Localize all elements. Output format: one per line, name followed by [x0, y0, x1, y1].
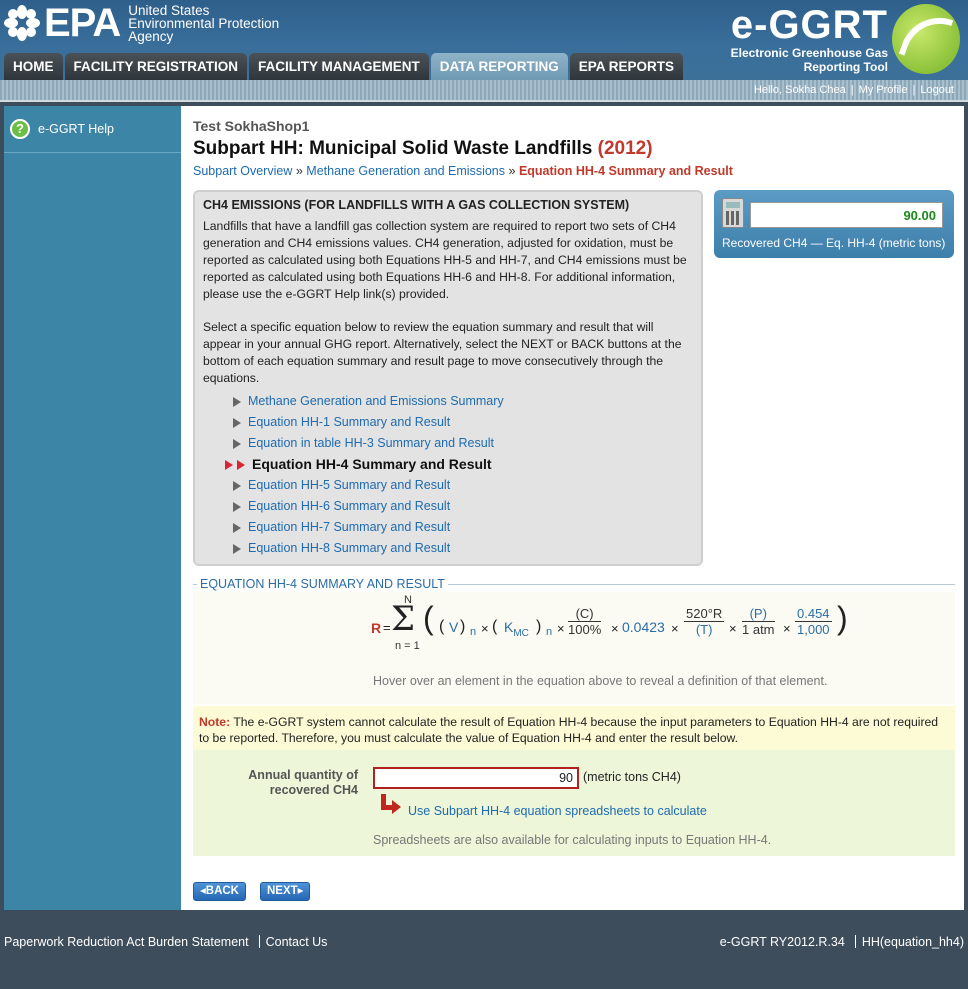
note-box: Note: The e-GGRT system cannot calculate…	[193, 706, 955, 750]
equation-legend: EQUATION HH-4 SUMMARY AND RESULT	[193, 577, 955, 591]
eq-term-p[interactable]: (P) 1 atm	[742, 606, 775, 637]
equation-link[interactable]: Equation HH-5 Summary and Result	[248, 475, 450, 496]
epa-logo[interactable]: EPA United States Environmental Protecti…	[4, 3, 279, 43]
arrow-right-icon	[233, 417, 241, 428]
eggrt-logo-icon	[892, 4, 960, 74]
entry-section: Annual quantity of recovered CH4 (metric…	[193, 750, 955, 856]
recovered-ch4-input[interactable]	[373, 767, 579, 789]
eq-constant[interactable]: 0.0423	[622, 619, 665, 635]
paperwork-link[interactable]: Paperwork Reduction Act Burden Statement	[4, 935, 249, 949]
breadcrumb-current: Equation HH-4 Summary and Result	[518, 164, 733, 178]
equation-area: R = N Σ n = 1 ( ( V ) n × ( KMC ) n × (C…	[193, 592, 955, 704]
result-box: 90.00 Recovered CH4 — Eq. HH-4 (metric t…	[714, 190, 954, 258]
sigma-symbol: Σ	[391, 599, 416, 639]
arrow-right-icon	[233, 501, 241, 512]
list-item: Methane Generation and Emissions Summary	[233, 391, 693, 412]
equation-link[interactable]: Equation in table HH-3 Summary and Resul…	[248, 433, 494, 454]
list-item: Equation HH-8 Summary and Result	[233, 538, 693, 559]
main-content: Test SokhaShop1 Subpart HH: Municipal So…	[181, 106, 964, 910]
info-heading: CH4 EMISSIONS (FOR LANDFILLS WITH A GAS …	[203, 198, 630, 212]
eq-result-term[interactable]: R	[371, 620, 381, 636]
arrow-right-icon	[233, 543, 241, 554]
arrow-right-icon	[233, 396, 241, 407]
next-button[interactable]: NEXT▸	[260, 882, 311, 901]
user-greeting: Hello, Sokha Chea	[753, 84, 846, 96]
current-arrow-icon	[237, 459, 245, 470]
breadcrumb-methane[interactable]: Methane Generation and Emissions	[306, 164, 505, 178]
equation-current: Equation HH-4 Summary and Result	[252, 456, 492, 472]
list-item-current: Equation HH-4 Summary and Result	[225, 454, 693, 475]
version-text: e-GGRT RY2012.R.34	[719, 935, 845, 949]
user-bar: Hello, Sokha Chea | My Profile | Logout	[0, 80, 968, 102]
result-value: 90.00	[750, 202, 943, 228]
equation-list: Methane Generation and Emissions Summary…	[225, 391, 693, 559]
epa-flower-icon	[4, 5, 40, 41]
tab-data-reporting[interactable]: DATA REPORTING	[430, 53, 568, 80]
equation-link[interactable]: Equation HH-7 Summary and Result	[248, 517, 450, 538]
eq-term-t[interactable]: 520°R (T)	[684, 606, 725, 637]
tab-facility-registration[interactable]: FACILITY REGISTRATION	[64, 53, 248, 80]
result-label: Recovered CH4 — Eq. HH-4 (metric tons)	[722, 236, 946, 250]
hover-note: Hover over an element in the equation ab…	[373, 674, 828, 688]
page-id-text: HH(equation_hh4)	[861, 935, 964, 949]
info-box: CH4 EMISSIONS (FOR LANDFILLS WITH A GAS …	[193, 190, 703, 566]
equation-link[interactable]: Equation HH-8 Summary and Result	[248, 538, 450, 559]
help-icon: ?	[10, 119, 30, 139]
sidebar-item-help[interactable]: ? e-GGRT Help	[4, 106, 181, 153]
main-nav: HOME FACILITY REGISTRATION FACILITY MANA…	[4, 53, 684, 80]
sidebar-item-label: e-GGRT Help	[38, 122, 114, 136]
entry-label: Annual quantity of recovered CH4	[248, 768, 358, 797]
info-paragraph-1: Landfills that have a landfill gas colle…	[203, 219, 687, 301]
footer: Paperwork Reduction Act Burden Statement…	[0, 910, 968, 989]
tab-facility-management[interactable]: FACILITY MANAGEMENT	[249, 53, 429, 80]
arrow-right-icon	[233, 438, 241, 449]
list-item: Equation HH-6 Summary and Result	[233, 496, 693, 517]
entry-unit: (metric tons CH4)	[583, 770, 681, 784]
equation-link[interactable]: Methane Generation and Emissions Summary	[248, 391, 504, 412]
list-item: Equation HH-5 Summary and Result	[233, 475, 693, 496]
equation-link[interactable]: Equation HH-6 Summary and Result	[248, 496, 450, 517]
my-profile-link[interactable]: My Profile	[859, 84, 908, 96]
tab-epa-reports[interactable]: EPA REPORTS	[569, 53, 684, 80]
info-paragraph-2: Select a specific equation below to revi…	[203, 320, 682, 385]
arrow-right-icon	[233, 522, 241, 533]
list-item: Equation HH-7 Summary and Result	[233, 517, 693, 538]
breadcrumb-subpart-overview[interactable]: Subpart Overview	[193, 164, 292, 178]
spreadsheet-link[interactable]: Use Subpart HH-4 equation spreadsheets t…	[408, 804, 707, 818]
arrow-return-icon	[379, 794, 401, 816]
epa-wordmark: EPA	[44, 1, 121, 45]
eggrt-title: e-GGRT	[730, 3, 888, 47]
tab-home[interactable]: HOME	[4, 53, 63, 80]
list-item: Equation HH-1 Summary and Result	[233, 412, 693, 433]
page-title: Subpart HH: Municipal Solid Waste Landfi…	[193, 138, 653, 159]
eq-term-k[interactable]: KMC	[504, 619, 529, 639]
arrow-right-icon	[233, 480, 241, 491]
calculator-icon	[722, 198, 744, 228]
contact-link[interactable]: Contact Us	[266, 935, 328, 949]
eq-term-c[interactable]: (C) 100%	[568, 606, 602, 637]
header: EPA United States Environmental Protecti…	[0, 0, 968, 80]
entry-footnote: Spreadsheets are also available for calc…	[373, 833, 772, 847]
eggrt-brand: e-GGRT Electronic Greenhouse Gas Reporti…	[730, 3, 888, 74]
eq-conversion[interactable]: 0.454 1,000	[795, 606, 832, 637]
reporting-year: (2012)	[597, 138, 653, 159]
logout-link[interactable]: Logout	[920, 84, 954, 96]
equation-formula: R = N Σ n = 1 ( ( V ) n × ( KMC ) n × (C…	[371, 594, 848, 652]
back-button[interactable]: ◂BACK	[193, 882, 246, 901]
equation-link[interactable]: Equation HH-1 Summary and Result	[248, 412, 450, 433]
sidebar: ? e-GGRT Help	[4, 106, 181, 910]
breadcrumb: Subpart Overview » Methane Generation an…	[193, 164, 733, 178]
current-arrow-icon	[225, 459, 233, 470]
list-item: Equation in table HH-3 Summary and Resul…	[233, 433, 693, 454]
epa-agency-name: United States Environmental Protection A…	[128, 2, 280, 44]
eq-term-v[interactable]: V	[449, 619, 458, 635]
facility-name: Test SokhaShop1	[193, 118, 310, 134]
